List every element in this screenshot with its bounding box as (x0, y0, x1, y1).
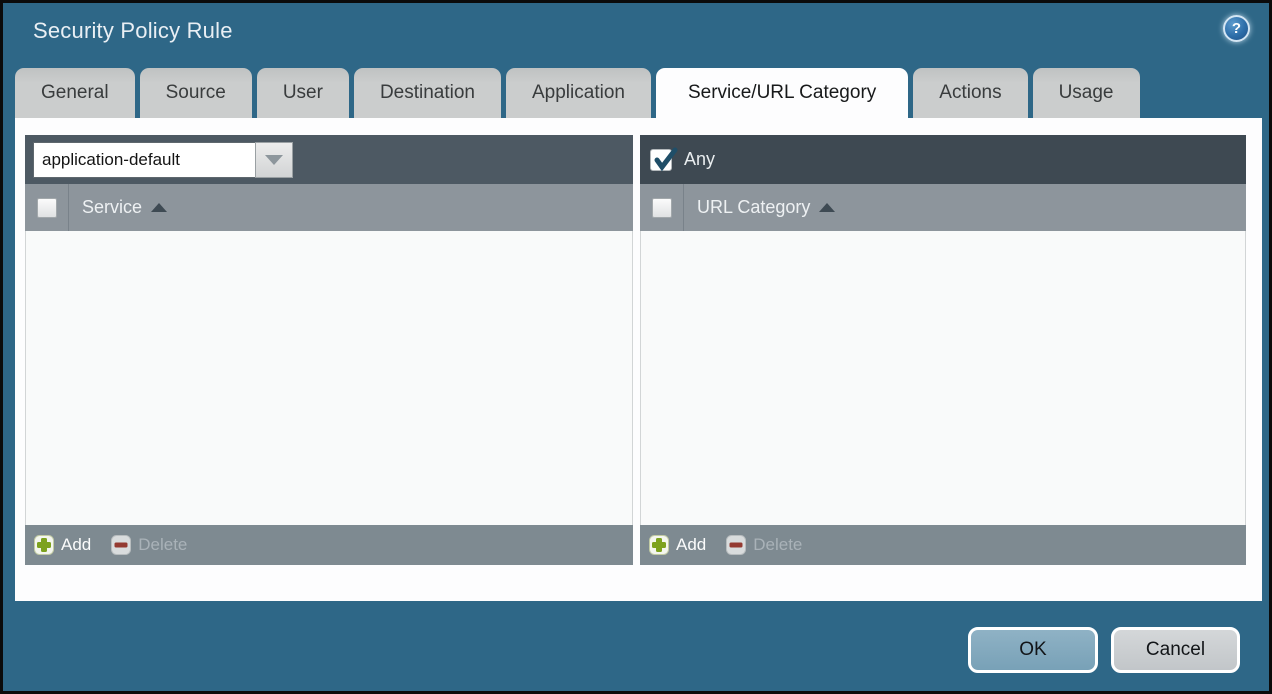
ok-button[interactable]: OK (968, 627, 1098, 673)
service-add-label: Add (61, 535, 91, 555)
url-category-delete-button[interactable]: Delete (726, 535, 802, 555)
url-category-any-bar: Any (640, 135, 1246, 184)
tab-user[interactable]: User (257, 68, 349, 118)
service-column-label[interactable]: Service (82, 197, 142, 218)
tab-general[interactable]: General (15, 68, 135, 118)
url-category-add-label: Add (676, 535, 706, 555)
help-icon[interactable]: ? (1223, 15, 1250, 42)
tab-source[interactable]: Source (140, 68, 252, 118)
tab-bar: General Source User Destination Applicat… (15, 68, 1140, 118)
service-select-all-cell (25, 184, 69, 231)
service-column-header: Service (25, 184, 633, 231)
url-category-toolbar: Add Delete (640, 525, 1246, 565)
chevron-down-icon (265, 155, 283, 165)
checkmark-icon (651, 146, 681, 176)
service-delete-label: Delete (138, 535, 187, 555)
tab-usage[interactable]: Usage (1033, 68, 1140, 118)
service-toolbar: Add Delete (25, 525, 633, 565)
url-category-column-header: URL Category (640, 184, 1246, 231)
url-category-column-label[interactable]: URL Category (697, 197, 810, 218)
minus-icon (111, 535, 131, 555)
service-add-button[interactable]: Add (34, 535, 91, 555)
url-category-select-all-checkbox[interactable] (652, 198, 672, 218)
service-select-all-checkbox[interactable] (37, 198, 57, 218)
tab-destination[interactable]: Destination (354, 68, 501, 118)
service-panel: Service Add Delete (25, 135, 633, 565)
service-selector-bar (25, 135, 633, 184)
sort-asc-icon[interactable] (151, 203, 167, 212)
tab-service-url-category[interactable]: Service/URL Category (656, 68, 908, 118)
url-category-delete-label: Delete (753, 535, 802, 555)
cancel-button[interactable]: Cancel (1111, 627, 1240, 673)
tab-application[interactable]: Application (506, 68, 651, 118)
url-category-add-button[interactable]: Add (649, 535, 706, 555)
sort-asc-icon[interactable] (819, 203, 835, 212)
service-type-combobox (33, 142, 293, 178)
any-label: Any (684, 149, 715, 170)
service-type-input[interactable] (33, 142, 255, 178)
url-category-panel: Any URL Category Add (640, 135, 1246, 565)
plus-icon (649, 535, 669, 555)
url-category-any-option[interactable]: Any (650, 149, 715, 171)
security-policy-rule-dialog: { "dialog": { "title": "Security Policy … (0, 0, 1272, 694)
service-list[interactable] (25, 231, 633, 525)
url-category-list[interactable] (640, 231, 1246, 525)
any-checkbox[interactable] (650, 149, 672, 171)
minus-icon (726, 535, 746, 555)
service-delete-button[interactable]: Delete (111, 535, 187, 555)
tab-actions[interactable]: Actions (913, 68, 1027, 118)
service-type-dropdown-button[interactable] (255, 142, 293, 178)
plus-icon (34, 535, 54, 555)
url-category-select-all-cell (640, 184, 684, 231)
page-title: Security Policy Rule (33, 18, 233, 44)
tab-content-service-url-category: Service Add Delete (15, 118, 1262, 601)
